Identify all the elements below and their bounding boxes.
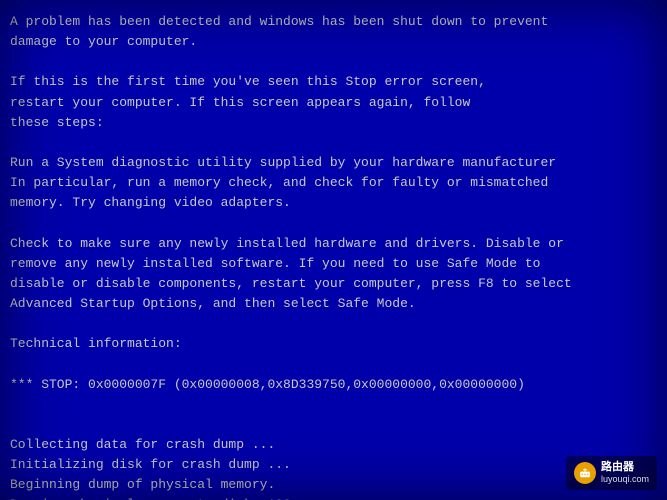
bsod-text-content: A problem has been detected and windows … (10, 12, 657, 500)
router-icon (578, 466, 592, 480)
watermark-icon (574, 462, 596, 484)
watermark-site: 路由器 (601, 460, 649, 474)
watermark-url: luyouqi.com (601, 474, 649, 486)
watermark-text: 路由器 luyouqi.com (601, 460, 649, 486)
watermark-badge: 路由器 luyouqi.com (566, 456, 657, 490)
bsod-screen: A problem has been detected and windows … (0, 0, 667, 500)
